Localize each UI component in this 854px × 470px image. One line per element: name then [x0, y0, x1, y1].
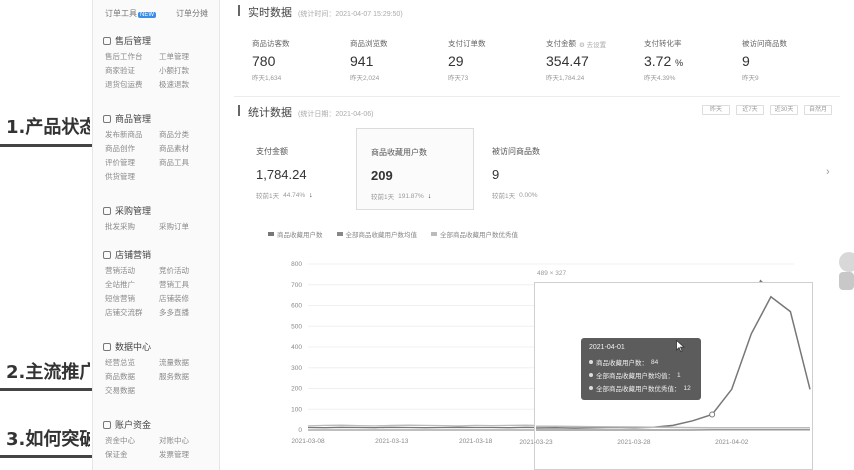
sidebar-item-label: 订单工具 [105, 9, 137, 18]
y-tick-label: 800 [291, 261, 302, 268]
nav-section-title[interactable]: 账户资金 [103, 418, 215, 431]
sidebar-item-order-split[interactable]: 订单分摊 [176, 8, 208, 19]
sidebar-item[interactable]: 多多直播 [159, 307, 213, 318]
y-tick-label: 400 [291, 344, 302, 351]
y-tick-label: 100 [291, 406, 302, 413]
sidebar-item[interactable]: 保证金 [105, 449, 159, 460]
series-dot [589, 373, 593, 377]
tooltip-label: 全部商品收藏用户数优秀值： [596, 386, 681, 393]
sidebar: 订单工具 NEW 订单分摊 售后管理 售后工作台 工单管理 商家验证 小额打款 退… [92, 0, 220, 470]
sidebar-item[interactable]: 店铺交流群 [105, 307, 159, 318]
y-tick-label: 600 [291, 303, 302, 310]
slide-divider [0, 388, 92, 391]
nav-section-label: 售后管理 [115, 36, 152, 46]
sidebar-item[interactable]: 退货包运费 [105, 79, 159, 90]
wallet-icon [103, 420, 111, 429]
nav-section-goods: 商品管理 发布新商品 商品分类 商品创作 商品素材 评价管理 商品工具 供货管理 [103, 112, 215, 182]
sidebar-item[interactable]: 店铺装修 [159, 293, 213, 304]
sidebar-item[interactable]: 极速退款 [159, 79, 213, 90]
sidebar-item[interactable]: 批发采购 [105, 221, 159, 232]
sidebar-item[interactable]: 竞价活动 [159, 265, 213, 276]
nav-section-label: 数据中心 [115, 342, 152, 352]
nav-section-finance: 账户资金 资金中心 对账中心 保证金 发票管理 [103, 418, 215, 460]
sidebar-item[interactable]: 流量数据 [159, 357, 213, 368]
nav-section-marketing: 店铺营销 营销活动 竞价活动 全站推广 营销工具 短信营销 店铺装修 店铺交流群… [103, 248, 215, 318]
presenter-avatar [839, 252, 854, 290]
series-dot [589, 386, 593, 390]
sidebar-item[interactable]: 营销活动 [105, 265, 159, 276]
nav-section-purchase: 采购管理 批发采购 采购订单 [103, 204, 215, 232]
tooltip-value: 1 [677, 371, 681, 379]
slide-heading-2: 2.主流推广 [6, 362, 90, 383]
selection-size-label: 489 × 327 [537, 270, 567, 277]
purchase-icon [103, 206, 111, 215]
tooltip-row: 商品收藏用户数： 84 [589, 357, 693, 367]
nav-section-data-center: 数据中心 经营总览 流量数据 商品数据 服务数据 交易数据 [103, 340, 215, 396]
sidebar-item[interactable]: 短信营销 [105, 293, 159, 304]
after-sales-icon [103, 36, 111, 45]
goods-icon [103, 114, 111, 123]
x-tick-label: 2021-03-13 [375, 438, 409, 445]
sidebar-item[interactable]: 发票管理 [159, 449, 213, 460]
slide-divider [0, 455, 92, 458]
sidebar-item-order-tools[interactable]: 订单工具 NEW [105, 8, 156, 19]
slide-heading-1: 1.产品状态 [6, 117, 90, 138]
nav-section-title[interactable]: 数据中心 [103, 340, 215, 353]
tooltip-label: 商品收藏用户数： [596, 360, 648, 367]
nav-section-label: 账户资金 [115, 420, 152, 430]
data-center-icon [103, 342, 111, 351]
sidebar-item[interactable]: 评价管理 [105, 157, 159, 168]
sidebar-item[interactable]: 商品素材 [159, 143, 213, 154]
y-tick-label: 500 [291, 323, 302, 330]
slide-heading-3: 3.如何突破 [6, 429, 90, 450]
nav-section-title[interactable]: 店铺营销 [103, 248, 215, 261]
sidebar-item[interactable]: 商品创作 [105, 143, 159, 154]
sidebar-item[interactable]: 采购订单 [159, 221, 213, 232]
y-tick-label: 300 [291, 365, 302, 372]
sidebar-item[interactable]: 商品工具 [159, 157, 213, 168]
tooltip-label: 全部商品收藏用户数均值： [596, 373, 674, 380]
nav-section-after-sales: 售后管理 售后工作台 工单管理 商家验证 小额打款 退货包运费 极速退款 [103, 34, 215, 90]
tooltip-value: 84 [651, 358, 659, 366]
sidebar-item[interactable]: 供货管理 [105, 171, 159, 182]
sidebar-item[interactable]: 交易数据 [105, 385, 159, 396]
nav-section-label: 店铺营销 [115, 250, 152, 260]
sidebar-item[interactable]: 全站推广 [105, 279, 159, 290]
tooltip-row: 全部商品收藏用户数优秀值： 12 [589, 383, 693, 393]
sidebar-item[interactable]: 工单管理 [159, 51, 213, 62]
tooltip-row: 全部商品收藏用户数均值： 1 [589, 370, 693, 380]
nav-section-title[interactable]: 售后管理 [103, 34, 215, 47]
nav-section-label: 商品管理 [115, 114, 152, 124]
sidebar-item[interactable]: 商品数据 [105, 371, 159, 382]
series-dot [589, 360, 593, 364]
sidebar-item[interactable]: 对账中心 [159, 435, 213, 446]
sidebar-item[interactable]: 发布新商品 [105, 129, 159, 140]
sidebar-item[interactable]: 商品分类 [159, 129, 213, 140]
y-tick-label: 700 [291, 282, 302, 289]
mouse-cursor-icon [676, 340, 685, 352]
y-tick-label: 200 [291, 386, 302, 393]
nav-section-title[interactable]: 采购管理 [103, 204, 215, 217]
screen: 1.产品状态 2.主流推广 3.如何突破 订单工具 NEW 订单分摊 售后管理 售… [0, 0, 854, 470]
y-tick-label: 0 [298, 427, 302, 434]
marketing-icon [103, 250, 111, 259]
x-tick-label: 2021-03-18 [459, 438, 493, 445]
sidebar-item[interactable]: 资金中心 [105, 435, 159, 446]
x-tick-label: 2021-03-08 [291, 438, 325, 445]
nav-section-label: 采购管理 [115, 206, 152, 216]
tooltip-value: 12 [683, 384, 691, 392]
sidebar-item[interactable]: 服务数据 [159, 371, 213, 382]
sidebar-item[interactable]: 经营总览 [105, 357, 159, 368]
sidebar-item[interactable]: 小额打款 [159, 65, 213, 76]
slide-divider [0, 144, 92, 147]
nav-section-title[interactable]: 商品管理 [103, 112, 215, 125]
sidebar-top-links: 订单工具 NEW 订单分摊 [105, 8, 208, 19]
slide-strip: 1.产品状态 2.主流推广 3.如何突破 [0, 0, 92, 470]
sidebar-item[interactable]: 商家验证 [105, 65, 159, 76]
sidebar-item[interactable]: 售后工作台 [105, 51, 159, 62]
new-badge: NEW [138, 12, 156, 18]
sidebar-item[interactable]: 营销工具 [159, 279, 213, 290]
